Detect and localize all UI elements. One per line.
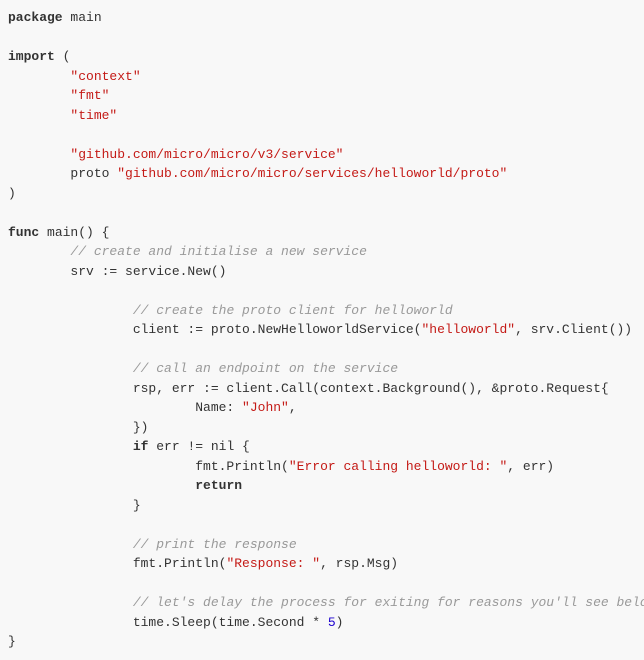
client-new-b: , srv.Client()) [515, 322, 632, 337]
println-err-b: , err) [507, 459, 554, 474]
str-helloworld: "helloworld" [421, 322, 515, 337]
indent [8, 537, 133, 552]
import-proto: "github.com/micro/micro/services/hellowo… [117, 166, 507, 181]
str-error: "Error calling helloworld: " [289, 459, 507, 474]
client-call: rsp, err := client.Call(context.Backgrou… [8, 381, 609, 396]
import-context: "context" [70, 69, 140, 84]
comment-call-endpoint: // call an endpoint on the service [133, 361, 398, 376]
client-new-a: client := proto.NewHelloworldService( [8, 322, 421, 337]
pkg-name: main [63, 10, 102, 25]
sleep-b: ) [336, 615, 344, 630]
indent [8, 595, 133, 610]
indent [8, 69, 70, 84]
code-block: package main import ( "context" "fmt" "t… [8, 8, 636, 652]
srv-new: srv := service.New() [8, 264, 226, 279]
comment-delay: // let's delay the process for exiting f… [133, 595, 644, 610]
import-time: "time" [70, 108, 117, 123]
indent [8, 88, 70, 103]
keyword-func: func [8, 225, 39, 240]
indent [8, 439, 133, 454]
import-fmt: "fmt" [70, 88, 109, 103]
indent [8, 244, 70, 259]
import-proto-alias: proto [8, 166, 117, 181]
println-rsp-a: fmt.Println( [8, 556, 226, 571]
str-john: "John" [242, 400, 289, 415]
close-brace: }) [8, 420, 148, 435]
sleep-a: time.Sleep(time.Second * [8, 615, 328, 630]
num-5: 5 [328, 615, 336, 630]
keyword-if: if [133, 439, 149, 454]
import-service: "github.com/micro/micro/v3/service" [70, 147, 343, 162]
indent [8, 108, 70, 123]
comment-print-response: // print the response [133, 537, 297, 552]
paren: ( [55, 49, 71, 64]
keyword-import: import [8, 49, 55, 64]
close-brace: } [8, 634, 16, 649]
indent [8, 478, 195, 493]
indent [8, 147, 70, 162]
comment-create-service: // create and initialise a new service [70, 244, 366, 259]
request-name-a: Name: [8, 400, 242, 415]
keyword-package: package [8, 10, 63, 25]
println-err-a: fmt.Println( [8, 459, 289, 474]
indent [8, 361, 133, 376]
indent [8, 303, 133, 318]
keyword-return: return [195, 478, 242, 493]
comment-proto-client: // create the proto client for helloworl… [133, 303, 453, 318]
str-response: "Response: " [226, 556, 320, 571]
func-main: main() { [39, 225, 109, 240]
paren-close: ) [8, 186, 16, 201]
request-name-b: , [289, 400, 297, 415]
err-check: err != nil { [148, 439, 249, 454]
println-rsp-b: , rsp.Msg) [320, 556, 398, 571]
close-brace: } [8, 498, 141, 513]
